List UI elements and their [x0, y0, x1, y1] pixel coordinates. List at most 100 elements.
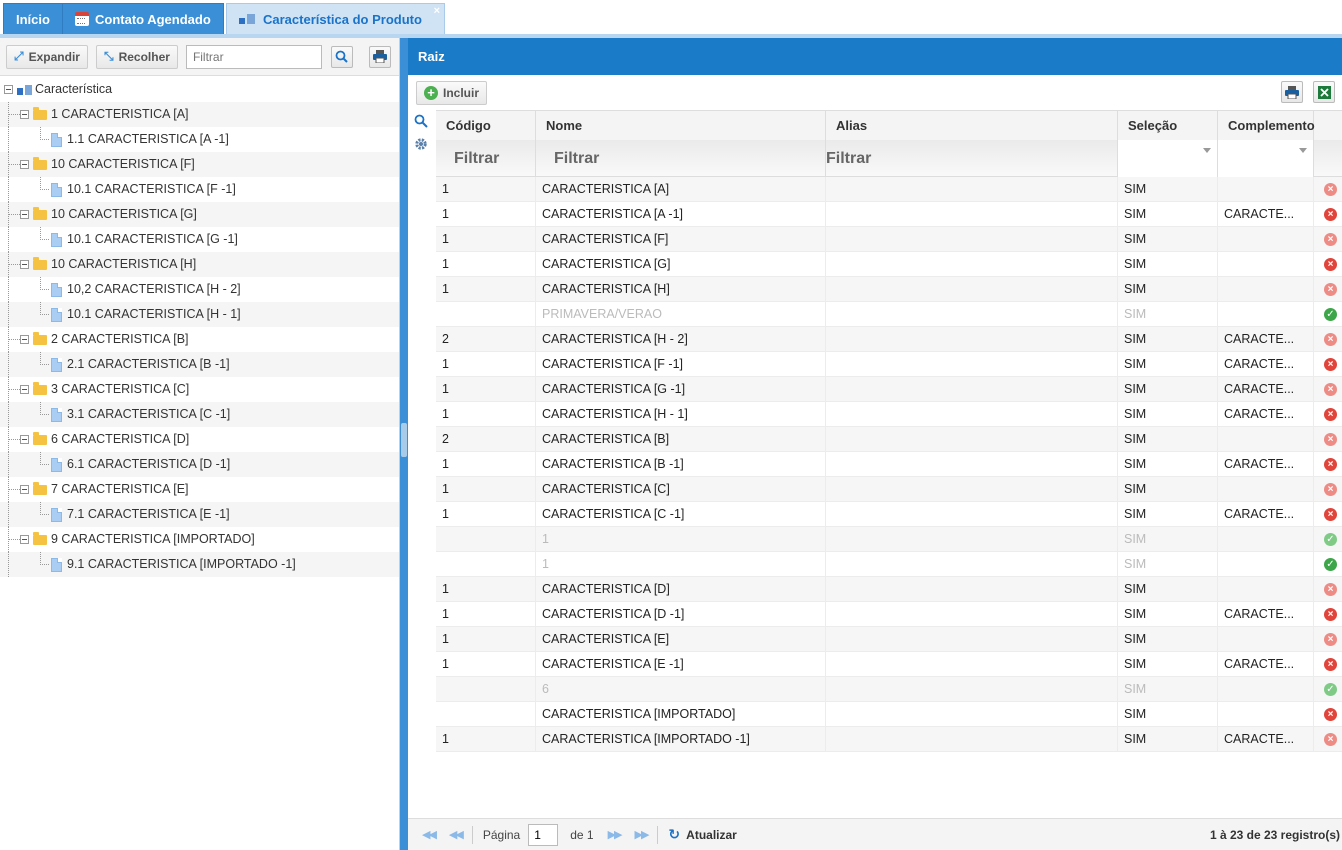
search-button[interactable] [330, 45, 353, 68]
collapse-toggle-icon[interactable] [20, 435, 29, 444]
tree-folder-item[interactable]: 10 CARACTERISTICA [F] [0, 152, 399, 177]
remove-icon[interactable]: × [1324, 583, 1337, 596]
search-icon[interactable] [414, 114, 428, 128]
collapse-toggle-icon[interactable] [20, 385, 29, 394]
remove-icon[interactable]: × [1324, 633, 1337, 646]
check-icon[interactable]: ✓ [1324, 683, 1337, 696]
remove-icon[interactable]: × [1324, 183, 1337, 196]
collapse-toggle-icon[interactable] [20, 485, 29, 494]
table-row[interactable]: 1 CARACTERISTICA [F -1] SIM CARACTE... × [436, 352, 1342, 377]
grid-print-button[interactable] [1281, 81, 1303, 103]
table-row[interactable]: 1 CARACTERISTICA [F] SIM × [436, 227, 1342, 252]
tree-folder-item[interactable]: 1 CARACTERISTICA [A] [0, 102, 399, 127]
table-row[interactable]: 1 CARACTERISTICA [E -1] SIM CARACTE... × [436, 652, 1342, 677]
remove-icon[interactable]: × [1324, 708, 1337, 721]
remove-icon[interactable]: × [1324, 458, 1337, 471]
table-row[interactable]: 2 CARACTERISTICA [H - 2] SIM CARACTE... × [436, 327, 1342, 352]
filter-codigo[interactable]: Filtrar [436, 140, 536, 177]
gear-icon[interactable] [414, 137, 428, 151]
tree-leaf-item[interactable]: 2.1 CARACTERISTICA [B -1] [0, 352, 399, 377]
table-row[interactable]: 1 CARACTERISTICA [C -1] SIM CARACTE... × [436, 502, 1342, 527]
tab-contato-agendado[interactable]: Contato Agendado [62, 3, 224, 34]
remove-icon[interactable]: × [1324, 433, 1337, 446]
tree-leaf-item[interactable]: 10,2 CARACTERISTICA [H - 2] [0, 277, 399, 302]
column-header-complemento[interactable]: Complemento [1218, 111, 1315, 141]
remove-icon[interactable]: × [1324, 383, 1337, 396]
last-page-icon[interactable]: ▶▶ [635, 828, 650, 841]
collapse-toggle-icon[interactable] [20, 110, 29, 119]
remove-icon[interactable]: × [1324, 258, 1337, 271]
tree-folder-item[interactable]: 2 CARACTERISTICA [B] [0, 327, 399, 352]
table-row[interactable]: PRIMAVERA/VERAO SIM ✓ [436, 302, 1342, 327]
table-row[interactable]: 1 CARACTERISTICA [G -1] SIM CARACTE... × [436, 377, 1342, 402]
check-icon[interactable]: ✓ [1324, 558, 1337, 571]
close-icon[interactable]: × [434, 5, 440, 17]
table-row[interactable]: 1 CARACTERISTICA [H] SIM × [436, 277, 1342, 302]
table-row[interactable]: 1 CARACTERISTICA [B -1] SIM CARACTE... × [436, 452, 1342, 477]
table-row[interactable]: 1 CARACTERISTICA [A -1] SIM CARACTE... × [436, 202, 1342, 227]
tree-folder-item[interactable]: 6 CARACTERISTICA [D] [0, 427, 399, 452]
table-row[interactable]: 1 CARACTERISTICA [H - 1] SIM CARACTE... × [436, 402, 1342, 427]
table-row[interactable]: 1 CARACTERISTICA [D -1] SIM CARACTE... × [436, 602, 1342, 627]
expand-button[interactable]: ⤢ Expandir [6, 44, 88, 69]
table-row[interactable]: 1 CARACTERISTICA [E] SIM × [436, 627, 1342, 652]
tree-leaf-item[interactable]: 10.1 CARACTERISTICA [F -1] [0, 177, 399, 202]
table-row[interactable]: 1 SIM ✓ [436, 527, 1342, 552]
splitter-grip[interactable] [401, 423, 407, 457]
tree-folder-item[interactable]: 10 CARACTERISTICA [G] [0, 202, 399, 227]
tab-caracteristica-produto[interactable]: Característica do Produto × [226, 3, 445, 34]
tree-folder-item[interactable]: 3 CARACTERISTICA [C] [0, 377, 399, 402]
table-row[interactable]: 1 CARACTERISTICA [D] SIM × [436, 577, 1342, 602]
first-page-icon[interactable]: ◀◀ [422, 828, 437, 841]
export-excel-button[interactable] [1313, 81, 1335, 103]
next-page-icon[interactable]: ▶▶ [608, 828, 623, 841]
table-row[interactable]: 1 CARACTERISTICA [IMPORTADO -1] SIM CARACTE… [436, 727, 1342, 752]
remove-icon[interactable]: × [1324, 358, 1337, 371]
collapse-toggle-icon[interactable] [20, 210, 29, 219]
tree-leaf-item[interactable]: 7.1 CARACTERISTICA [E -1] [0, 502, 399, 527]
remove-icon[interactable]: × [1324, 283, 1337, 296]
filter-complemento-dropdown[interactable] [1218, 140, 1314, 177]
panel-splitter[interactable] [400, 38, 408, 850]
check-icon[interactable]: ✓ [1324, 308, 1337, 321]
remove-icon[interactable]: × [1324, 658, 1337, 671]
filter-alias[interactable]: Filtrar [826, 140, 1118, 177]
previous-page-icon[interactable]: ◀◀ [449, 828, 464, 841]
tree-leaf-item[interactable]: 3.1 CARACTERISTICA [C -1] [0, 402, 399, 427]
add-button[interactable]: + Incluir [416, 81, 488, 105]
table-row[interactable]: 1 CARACTERISTICA [A] SIM × [436, 177, 1342, 202]
remove-icon[interactable]: × [1324, 508, 1337, 521]
remove-icon[interactable]: × [1324, 733, 1337, 746]
collapse-toggle-icon[interactable] [20, 535, 29, 544]
remove-icon[interactable]: × [1324, 608, 1337, 621]
check-icon[interactable]: ✓ [1324, 533, 1337, 546]
tree-leaf-item[interactable]: 6.1 CARACTERISTICA [D -1] [0, 452, 399, 477]
table-row[interactable]: 1 CARACTERISTICA [G] SIM × [436, 252, 1342, 277]
table-row[interactable]: 2 CARACTERISTICA [B] SIM × [436, 427, 1342, 452]
collapse-toggle-icon[interactable] [20, 260, 29, 269]
remove-icon[interactable]: × [1324, 333, 1337, 346]
collapse-button[interactable]: ⤡ Recolher [95, 44, 178, 69]
print-button[interactable] [368, 45, 391, 68]
filter-nome[interactable]: Filtrar [536, 140, 826, 177]
tab-inicio[interactable]: Início [3, 3, 63, 34]
page-number-input[interactable] [528, 823, 559, 846]
table-row[interactable]: 6 SIM ✓ [436, 677, 1342, 702]
column-header-nome[interactable]: Nome [536, 111, 826, 141]
refresh-button[interactable]: Atualizar [686, 828, 737, 842]
remove-icon[interactable]: × [1324, 408, 1337, 421]
tree-root[interactable]: Característica [0, 77, 399, 102]
column-header-alias[interactable]: Alias [826, 111, 1118, 141]
collapse-toggle-icon[interactable] [20, 335, 29, 344]
remove-icon[interactable]: × [1324, 208, 1337, 221]
remove-icon[interactable]: × [1324, 483, 1337, 496]
remove-icon[interactable]: × [1324, 233, 1337, 246]
collapse-toggle-icon[interactable] [4, 85, 13, 94]
table-row[interactable]: 1 CARACTERISTICA [C] SIM × [436, 477, 1342, 502]
column-header-selecao[interactable]: Seleção [1118, 111, 1218, 141]
tree-leaf-item[interactable]: 10.1 CARACTERISTICA [G -1] [0, 227, 399, 252]
tree-leaf-item[interactable]: 9.1 CARACTERISTICA [IMPORTADO -1] [0, 552, 399, 577]
column-header-codigo[interactable]: Código [436, 111, 536, 141]
tree-folder-item[interactable]: 7 CARACTERISTICA [E] [0, 477, 399, 502]
table-row[interactable]: CARACTERISTICA [IMPORTADO] SIM × [436, 702, 1342, 727]
